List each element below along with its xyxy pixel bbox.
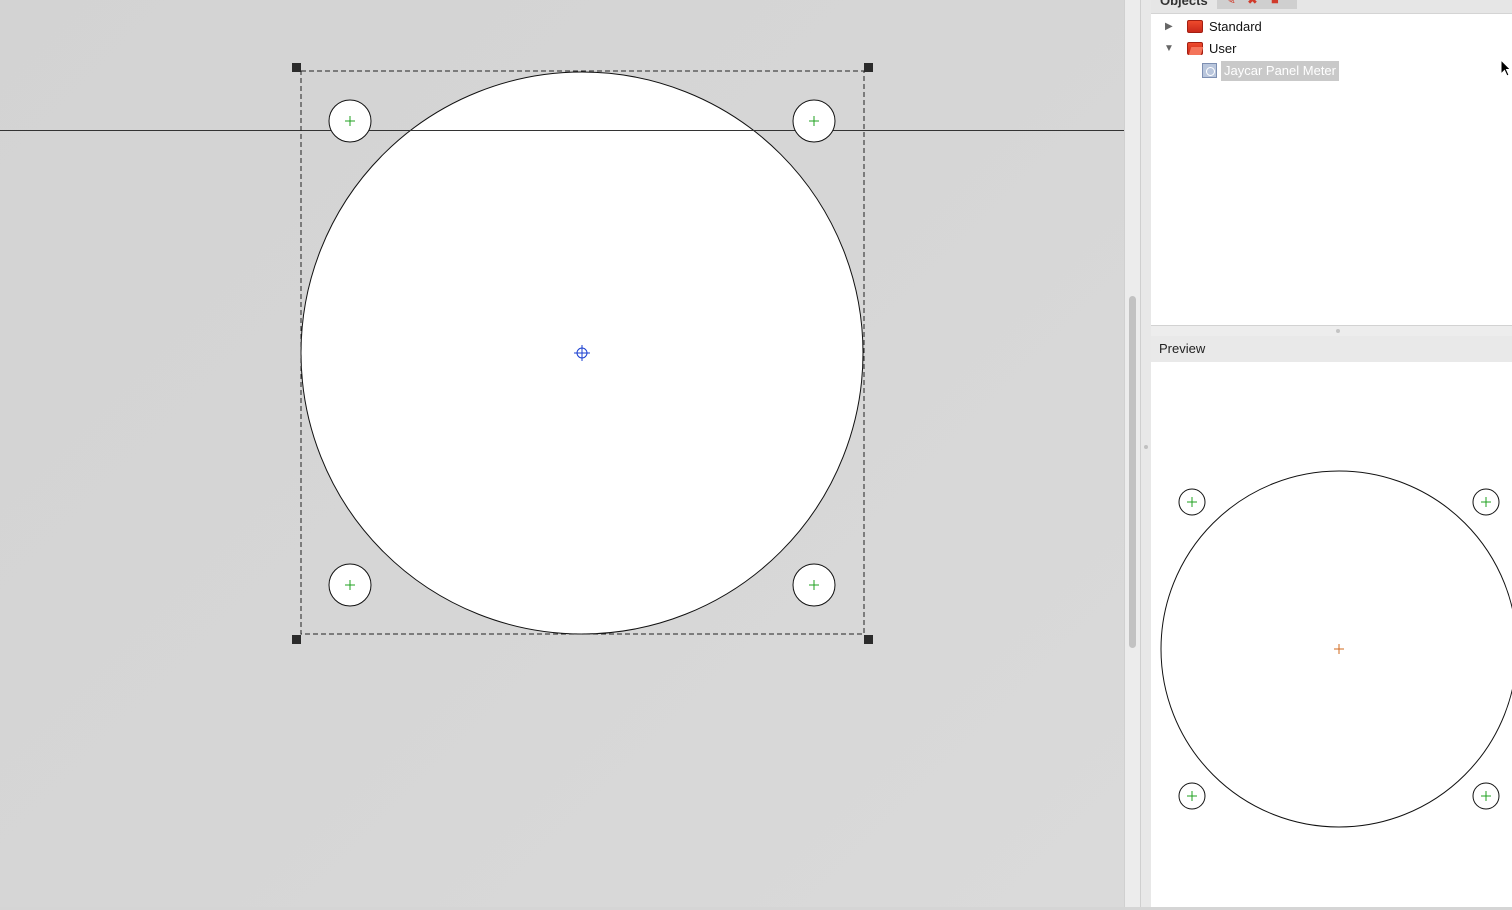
resize-handle-top-right[interactable] xyxy=(864,63,873,72)
tree-item-standard[interactable]: ▶ Standard xyxy=(1151,17,1512,37)
objects-toolbar: ✎ ✖ ■ xyxy=(1217,0,1297,9)
resize-handle-top-left[interactable] xyxy=(292,63,301,72)
preview-mount-hole-bottom-right xyxy=(1472,782,1500,810)
mount-hole-top-left[interactable] xyxy=(328,99,372,143)
preview-drawing xyxy=(1160,470,1512,828)
objects-panel-header: Objects ✎ ✖ ■ xyxy=(1151,0,1512,14)
preview-area xyxy=(1151,362,1512,907)
resize-handle-bottom-right[interactable] xyxy=(864,635,873,644)
sidebar: Objects ✎ ✖ ■ ▶ Standard ▼ User Jaycar P… xyxy=(1151,0,1512,907)
tree-item-jaycar-panel-meter[interactable]: Jaycar Panel Meter xyxy=(1151,61,1512,81)
objects-panel-title: Objects xyxy=(1160,0,1208,8)
mount-hole-top-right[interactable] xyxy=(792,99,836,143)
delete-icon[interactable]: ✖ xyxy=(1247,0,1258,8)
preview-mount-hole-top-right xyxy=(1472,488,1500,516)
disclosure-collapsed-icon[interactable]: ▶ xyxy=(1165,17,1173,37)
canvas-drawing xyxy=(0,63,1124,644)
preview-panel-header: Preview xyxy=(1151,336,1512,363)
folder-add-icon[interactable]: ■ xyxy=(1271,0,1279,7)
disclosure-expanded-icon[interactable]: ▼ xyxy=(1164,39,1174,59)
tree-item-label: Standard xyxy=(1209,19,1262,34)
preview-mount-hole-top-left xyxy=(1178,488,1206,516)
tree-item-label-selected: Jaycar Panel Meter xyxy=(1221,61,1339,81)
mouse-cursor-icon xyxy=(1500,59,1511,77)
panel-meter-icon xyxy=(1202,63,1217,78)
drawing-canvas[interactable] xyxy=(0,0,1124,907)
splitter-grip-icon xyxy=(1336,329,1340,333)
folder-open-icon xyxy=(1187,42,1203,55)
scrollbar-thumb[interactable] xyxy=(1129,296,1136,648)
tree-item-label: User xyxy=(1209,41,1237,56)
mount-hole-bottom-right[interactable] xyxy=(792,563,836,607)
folder-icon xyxy=(1187,20,1203,33)
preview-panel-title: Preview xyxy=(1159,341,1206,356)
mount-hole-bottom-left[interactable] xyxy=(328,563,372,607)
edit-icon[interactable]: ✎ xyxy=(1225,0,1236,8)
splitter-grip-icon xyxy=(1144,445,1148,449)
canvas-vertical-scrollbar[interactable] xyxy=(1124,0,1141,907)
tree-item-user[interactable]: ▼ User xyxy=(1151,39,1512,59)
resize-handle-bottom-left[interactable] xyxy=(292,635,301,644)
preview-mount-hole-bottom-left xyxy=(1178,782,1206,810)
